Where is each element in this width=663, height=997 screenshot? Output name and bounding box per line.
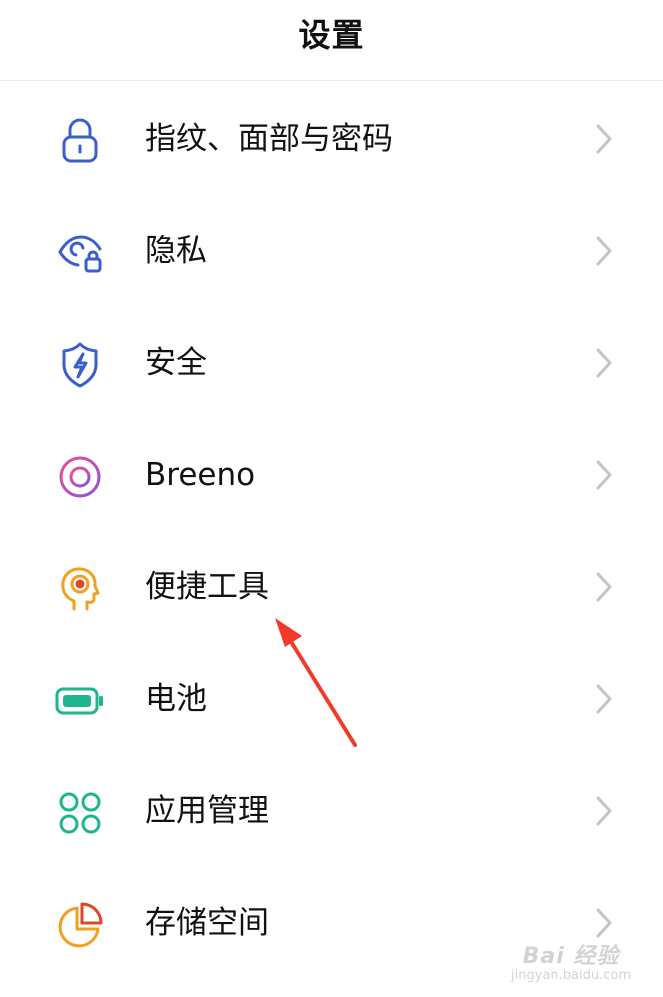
battery-icon bbox=[54, 675, 106, 727]
settings-item-label: 指纹、面部与密码 bbox=[145, 121, 393, 157]
shield-bolt-icon bbox=[54, 339, 106, 391]
pie-storage-icon bbox=[54, 899, 106, 951]
settings-item-fingerprint-face-password[interactable]: 指纹、面部与密码 bbox=[0, 81, 663, 193]
watermark-brand: Bai 经验 bbox=[522, 944, 620, 969]
page-title: 设置 bbox=[298, 16, 365, 54]
settings-item-label: 存储空间 bbox=[145, 905, 269, 941]
chevron-right-icon bbox=[594, 234, 614, 268]
baidu-watermark: Bai 经验 jingyan.baidu.com bbox=[511, 938, 631, 983]
settings-item-convenience-tools[interactable]: 便捷工具 bbox=[0, 529, 663, 641]
settings-item-battery[interactable]: 电池 bbox=[0, 641, 663, 753]
lock-icon bbox=[54, 115, 106, 167]
chevron-right-icon bbox=[594, 906, 614, 940]
settings-item-breeno[interactable]: Breeno bbox=[0, 417, 663, 529]
head-target-icon bbox=[54, 563, 106, 615]
chevron-right-icon bbox=[594, 458, 614, 492]
breeno-ring-icon bbox=[54, 451, 106, 503]
settings-item-privacy[interactable]: 隐私 bbox=[0, 193, 663, 305]
chevron-right-icon bbox=[594, 570, 614, 604]
settings-item-security[interactable]: 安全 bbox=[0, 305, 663, 417]
settings-item-label: 隐私 bbox=[145, 233, 207, 269]
settings-item-label: 安全 bbox=[145, 345, 207, 381]
app-grid-icon bbox=[54, 787, 106, 839]
settings-item-label: 便捷工具 bbox=[145, 569, 269, 605]
chevron-right-icon bbox=[594, 682, 614, 716]
settings-item-label: 应用管理 bbox=[145, 793, 269, 829]
settings-item-app-management[interactable]: 应用管理 bbox=[0, 753, 663, 865]
watermark-url: jingyan.baidu.com bbox=[511, 968, 631, 983]
chevron-right-icon bbox=[594, 122, 614, 156]
settings-item-label: Breeno bbox=[145, 457, 256, 493]
settings-item-label: 电池 bbox=[145, 681, 207, 717]
privacy-eye-lock-icon bbox=[54, 227, 106, 279]
chevron-right-icon bbox=[594, 346, 614, 380]
chevron-right-icon bbox=[594, 794, 614, 828]
top-bar: 设置 bbox=[0, 0, 663, 81]
